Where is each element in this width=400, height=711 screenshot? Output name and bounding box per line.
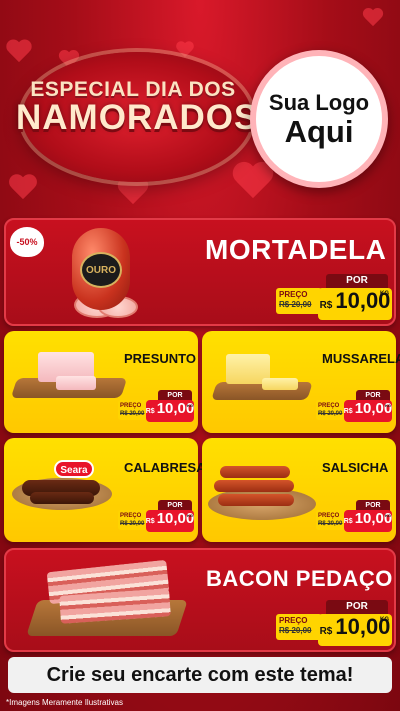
old-price: R$ 20,00 — [120, 411, 145, 417]
logo-placeholder: Sua Logo Aqui — [250, 50, 388, 188]
product-name-bacon: BACON PEDAÇO — [206, 566, 393, 591]
preco-label: PREÇO — [318, 403, 340, 409]
mussarela-slices — [262, 378, 298, 390]
heart-icon — [363, 8, 384, 27]
unit-label: KG — [385, 403, 391, 408]
price-tag-bacon: POR PREÇO R$ 20,00 R$ 10,00 KG — [276, 600, 392, 648]
product-name-presunto: PRESUNTO — [124, 351, 196, 366]
old-price-box: PREÇO R$ 20,00 — [316, 510, 346, 530]
preco-label: PREÇO — [120, 403, 142, 409]
salsicha-image — [214, 480, 294, 492]
currency: R$ — [319, 626, 333, 637]
mortadela-brand-label: OURO — [80, 252, 122, 288]
product-name-mortadela: MORTADELA — [205, 234, 387, 265]
logo-line2: Aqui — [284, 113, 354, 149]
salsicha-image — [220, 466, 290, 478]
old-price-box: PREÇO R$ 20,00 — [118, 400, 148, 420]
flyer-page: ESPECIAL DIA DOS NAMORADOS Sua Logo Aqui… — [0, 0, 400, 711]
preco-label: PREÇO — [279, 290, 308, 299]
discount-heart-badge: -50% — [10, 227, 44, 257]
heart-icon — [6, 40, 32, 64]
heart-icon — [9, 175, 38, 201]
old-price: R$ 20,00 — [318, 411, 343, 417]
old-price: R$ 20,00 — [120, 521, 145, 527]
preco-label: PREÇO — [120, 513, 142, 519]
currency: R$ — [319, 300, 333, 311]
logo-line1: Sua Logo — [268, 89, 370, 115]
product-name-salsicha: SALSICHA — [322, 460, 389, 475]
unit-label: KG — [187, 513, 193, 518]
preco-label: PREÇO — [318, 513, 340, 519]
product-name-calabresa: CALABRESA — [124, 460, 206, 475]
old-price-box: PREÇO R$ 20,00 — [276, 288, 322, 314]
unit-label: KG — [380, 291, 389, 297]
old-price: R$ 20,00 — [279, 626, 312, 635]
presunto-slices — [56, 376, 96, 390]
price-tag-salsicha: POR PREÇO R$ 20,00 R$ 10,00 KG — [316, 500, 394, 534]
preco-label: PREÇO — [279, 616, 308, 625]
unit-label: KG — [385, 513, 391, 518]
disclaimer: *Imagens Meramente Ilustrativas — [6, 698, 123, 707]
product-name-mussarela: MUSSARELA — [322, 351, 400, 366]
old-price-box: PREÇO R$ 20,00 — [118, 510, 148, 530]
price-tag-calabresa: POR PREÇO R$ 20,00 R$ 10,00 KG — [118, 500, 196, 534]
por-label: POR — [326, 600, 388, 614]
salsicha-image — [218, 494, 294, 506]
price-tag-mussarela: POR PREÇO R$ 20,00 R$ 10,00 KG — [316, 390, 394, 424]
por-label: POR — [326, 274, 388, 288]
price-tag-mortadela: POR PREÇO R$ 20,00 R$ 10,00 KG — [276, 274, 392, 322]
header: ESPECIAL DIA DOS NAMORADOS Sua Logo Aqui — [0, 0, 400, 212]
old-price: R$ 20,00 — [279, 300, 312, 309]
unit-label: KG — [380, 617, 389, 623]
currency: R$ — [145, 408, 155, 415]
cta-banner: Crie seu encarte com este tema! — [8, 657, 392, 693]
currency: R$ — [343, 408, 353, 415]
old-price: R$ 20,00 — [318, 521, 343, 527]
unit-label: KG — [187, 403, 193, 408]
price-tag-presunto: POR PREÇO R$ 20,00 R$ 10,00 KG — [118, 390, 196, 424]
old-price-box: PREÇO R$ 20,00 — [316, 400, 346, 420]
seara-brand-logo: Seara — [54, 460, 94, 478]
old-price-box: PREÇO R$ 20,00 — [276, 614, 322, 640]
calabresa-image — [30, 492, 94, 504]
currency: R$ — [145, 518, 155, 525]
title-main: NAMORADOS — [16, 98, 259, 137]
heart-icon — [232, 163, 274, 201]
currency: R$ — [343, 518, 353, 525]
